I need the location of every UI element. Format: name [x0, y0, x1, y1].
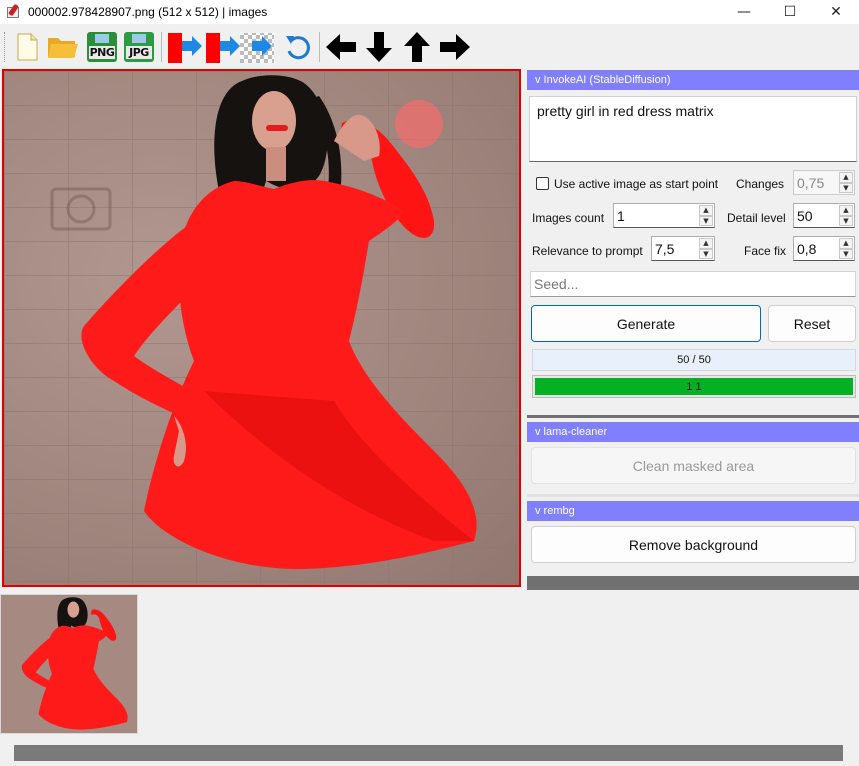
save-png-icon: PNG	[87, 32, 117, 62]
open-folder-button[interactable]	[46, 30, 80, 64]
move-up-button[interactable]	[400, 30, 434, 64]
use-active-image-label: Use active image as start point	[554, 177, 719, 191]
stepper-down-icon[interactable]: ▼	[699, 215, 713, 226]
changes-stepper[interactable]: 0,75 ▲ ▼	[793, 170, 855, 195]
face-fix-stepper[interactable]: 0,8 ▲ ▼	[793, 236, 855, 261]
thumbnail-woman-in-red-dress	[1, 596, 137, 733]
generate-button[interactable]: Generate	[531, 305, 761, 342]
arrow-up-icon	[404, 32, 430, 62]
stepper-down-icon[interactable]: ▼	[699, 248, 713, 259]
images-count-stepper[interactable]: 1 ▲ ▼	[613, 203, 715, 228]
relevance-value: 7,5	[655, 241, 675, 257]
window-title: 000002.978428907.png (512 x 512) | image…	[28, 5, 268, 19]
maximize-button[interactable]: ☐	[767, 0, 813, 24]
detail-level-label: Detail level	[727, 211, 786, 225]
save-jpg-icon: JPG	[124, 32, 154, 62]
generation-progress-bar: 1 1	[532, 375, 856, 398]
toolbar-separator	[319, 32, 320, 62]
detail-level-stepper[interactable]: 50 ▲ ▼	[793, 203, 855, 228]
jpg-label: JPG	[126, 46, 152, 59]
arrow-right-icon	[440, 34, 470, 60]
stepper-up-icon[interactable]: ▲	[839, 172, 853, 183]
stepper-up-icon[interactable]: ▲	[839, 238, 853, 249]
move-right-button[interactable]	[438, 30, 472, 64]
panel-divider	[527, 415, 859, 418]
minimize-button[interactable]: —	[721, 0, 767, 24]
invokeai-section-header[interactable]: v InvokeAI (StableDiffusion)	[527, 70, 859, 90]
lama-cleaner-section-header[interactable]: v lama-cleaner	[527, 422, 859, 442]
red-to-transparent-button[interactable]	[204, 30, 276, 64]
relevance-label: Relevance to prompt	[532, 244, 643, 258]
stepper-down-icon[interactable]: ▼	[839, 215, 853, 226]
red-to-blue-arrow-icon	[168, 33, 202, 63]
seed-input[interactable]: Seed...	[530, 271, 856, 297]
arrow-down-icon	[366, 32, 392, 62]
save-jpg-button[interactable]: JPG	[122, 30, 156, 64]
move-left-button[interactable]	[324, 30, 358, 64]
prompt-input[interactable]: pretty girl in red dress matrix	[529, 96, 857, 162]
remove-background-button[interactable]: Remove background	[531, 526, 856, 563]
use-active-image-checkbox[interactable]	[536, 177, 549, 190]
stepper-up-icon[interactable]: ▲	[839, 205, 853, 216]
undo-icon	[286, 36, 310, 60]
toolbar-grip[interactable]	[4, 32, 7, 62]
changes-value: 0,75	[797, 175, 825, 191]
image-canvas[interactable]	[2, 69, 521, 587]
images-count-label: Images count	[532, 211, 605, 225]
close-button[interactable]: ✕	[813, 0, 859, 24]
rembg-section-header[interactable]: v rembg	[527, 501, 859, 521]
move-down-button[interactable]	[362, 30, 396, 64]
png-label: PNG	[89, 46, 115, 59]
stepper-down-icon[interactable]: ▼	[839, 248, 853, 259]
toolbar: PNG JPG	[0, 28, 859, 66]
clean-masked-area-button[interactable]: Clean masked area	[531, 447, 856, 484]
new-file-button[interactable]	[10, 30, 44, 64]
panel-bottom-bar	[527, 576, 859, 590]
face-fix-value: 0,8	[797, 241, 817, 257]
title-bar: 000002.978428907.png (512 x 512) | image…	[0, 0, 859, 24]
paint-app-icon	[6, 3, 22, 20]
progress-fill: 1 1	[535, 378, 853, 395]
images-count-value: 1	[617, 208, 625, 224]
steps-counter: 50 / 50	[532, 349, 856, 371]
image-thumbnail[interactable]	[0, 594, 138, 734]
changes-label: Changes	[736, 177, 785, 191]
reset-button[interactable]: Reset	[768, 305, 856, 342]
stepper-down-icon[interactable]: ▼	[839, 182, 853, 193]
toolbar-separator	[161, 32, 162, 62]
stepper-up-icon[interactable]: ▲	[699, 238, 713, 249]
save-png-button[interactable]: PNG	[85, 30, 119, 64]
new-file-icon	[17, 33, 38, 61]
red-to-transparent-arrow-icon	[206, 33, 274, 63]
woman-in-red-dress-image	[50, 75, 477, 570]
red-to-blue-button[interactable]	[165, 30, 203, 64]
stepper-up-icon[interactable]: ▲	[699, 205, 713, 216]
face-fix-label: Face fix	[744, 244, 787, 258]
detail-level-value: 50	[797, 208, 813, 224]
arrow-left-icon	[326, 34, 356, 60]
panel-divider	[527, 494, 859, 497]
open-folder-icon	[48, 38, 78, 58]
undo-button[interactable]	[281, 30, 315, 64]
relevance-stepper[interactable]: 7,5 ▲ ▼	[651, 236, 715, 261]
horizontal-scrollbar[interactable]	[14, 745, 843, 761]
